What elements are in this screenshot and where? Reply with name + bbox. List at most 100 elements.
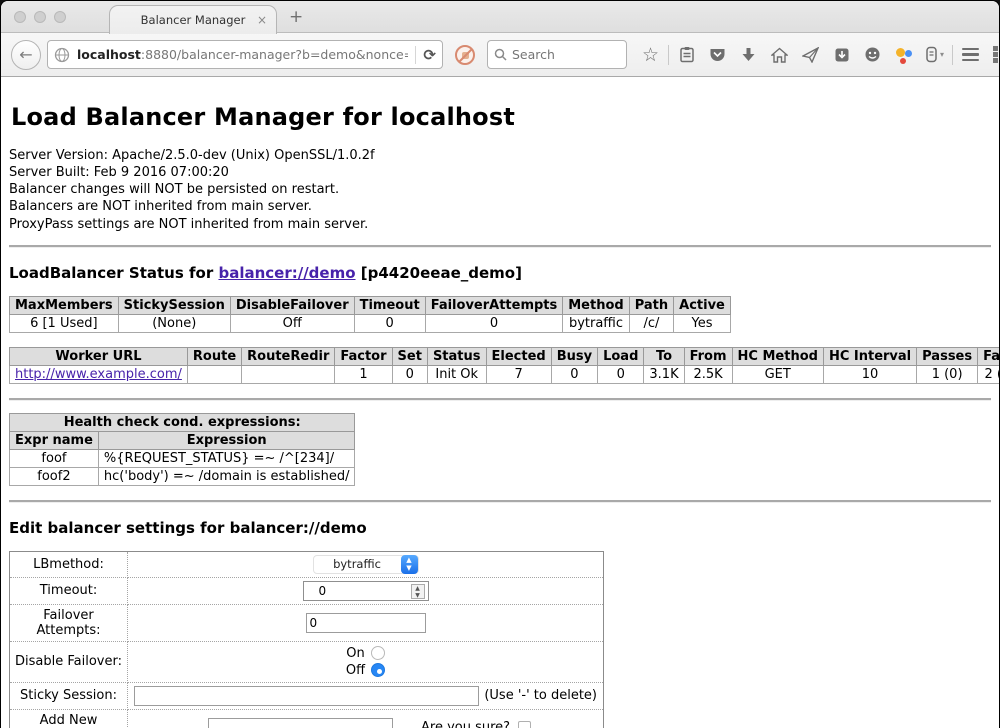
pocket-button[interactable]	[704, 41, 731, 68]
failover-attempts-row: Failover Attempts:	[10, 604, 604, 641]
bookmark-star-button[interactable]: ☆	[637, 41, 664, 68]
sticky-session-input[interactable]	[134, 686, 479, 706]
chevron-down-icon: ▾	[940, 50, 944, 59]
url-path: :8880/balancer-manager?b=demo&nonce=decc…	[141, 47, 409, 62]
divider	[9, 245, 991, 248]
navigation-toolbar: ← localhost:8880/balancer-manager?b=demo…	[1, 33, 999, 77]
paper-plane-icon	[802, 47, 819, 63]
colors-extension-button[interactable]	[890, 41, 917, 68]
back-button[interactable]: ←	[11, 40, 41, 70]
off-label: Off	[346, 663, 365, 678]
hamburger-icon	[962, 48, 979, 62]
toolbar-icons: ☆	[637, 41, 1000, 68]
timeout-row: Timeout: ▲▼	[10, 577, 604, 604]
toolbar-separator	[668, 45, 669, 65]
clipboard-icon	[679, 46, 695, 63]
balancer-status-table: MaxMembers StickySession DisableFailover…	[9, 296, 731, 333]
globe-icon	[54, 47, 70, 63]
sticky-session-hint: (Use '-' to delete)	[484, 688, 599, 703]
minimize-window-button[interactable]	[34, 11, 46, 23]
send-tab-button[interactable]	[797, 41, 824, 68]
noscript-extension-icon[interactable]	[455, 45, 475, 65]
close-window-button[interactable]	[14, 11, 26, 23]
server-built-line: Server Built: Feb 9 2016 07:00:20	[9, 164, 991, 181]
table-header-row: Worker URL Route RouteRedir Factor Set S…	[10, 347, 1000, 365]
sticky-session-label: Sticky Session:	[10, 682, 128, 709]
failover-off-radio[interactable]	[371, 663, 385, 677]
loadbalancer-status-heading: LoadBalancer Status for balancer://demo …	[9, 264, 991, 282]
colored-dots-icon	[895, 46, 913, 64]
table-row: foof2 hc('body') =~ /domain is establish…	[10, 467, 355, 485]
home-button[interactable]	[766, 41, 793, 68]
url-host: localhost	[77, 47, 141, 62]
notice-line: ProxyPass settings are NOT inherited fro…	[9, 216, 991, 233]
table-header-row: MaxMembers StickySession DisableFailover…	[10, 296, 731, 314]
worker-table: Worker URL Route RouteRedir Factor Set S…	[9, 347, 999, 384]
pocket-icon	[709, 47, 726, 63]
disable-failover-label: Disable Failover:	[10, 641, 128, 682]
lbmethod-label: LBmethod:	[10, 551, 128, 577]
timeout-input-wrap: ▲▼	[303, 581, 429, 601]
lbmethod-row: LBmethod: bytraffic ▲▼	[10, 551, 604, 577]
url-bar[interactable]: localhost:8880/balancer-manager?b=demo&n…	[47, 40, 443, 69]
tab-close-icon[interactable]: ×	[257, 13, 267, 27]
table-header-row: Expr name Expression	[10, 431, 355, 449]
downloads-button[interactable]	[735, 41, 762, 68]
notice-line: Balancers are NOT inherited from main se…	[9, 198, 991, 215]
balancer-demo-link[interactable]: balancer://demo	[218, 264, 355, 282]
server-version-line: Server Version: Apache/2.5.0-dev (Unix) …	[9, 147, 991, 164]
add-worker-input[interactable]	[208, 718, 393, 728]
back-arrow-icon: ←	[19, 45, 32, 64]
table-title-row: Health check cond. expressions:	[10, 413, 355, 431]
notice-line: Balancer changes will NOT be persisted o…	[9, 181, 991, 198]
worker-url-link[interactable]: http://www.example.com/	[15, 367, 182, 382]
divider	[9, 500, 991, 503]
search-input[interactable]	[512, 47, 612, 62]
window-controls[interactable]	[14, 11, 66, 23]
table-row: 6 [1 Used] (None) Off 0 0 bytraffic /c/ …	[10, 314, 731, 332]
container-button[interactable]: ▾	[921, 41, 948, 68]
chat-button[interactable]	[859, 41, 886, 68]
reload-icon[interactable]: ⟳	[423, 46, 436, 64]
lbmethod-select[interactable]: bytraffic ▲▼	[313, 555, 419, 574]
search-bar[interactable]	[487, 40, 627, 69]
download-arrow-icon	[741, 47, 756, 63]
edit-balancer-form: LBmethod: bytraffic ▲▼ Timeout: ▲▼	[9, 551, 604, 728]
page-title: Load Balancer Manager for localhost	[9, 77, 991, 147]
are-you-sure-label: Are you sure?	[421, 720, 510, 728]
new-tab-button[interactable]: +	[289, 7, 303, 27]
zoom-window-button[interactable]	[54, 11, 66, 23]
save-to-device-button[interactable]	[828, 41, 855, 68]
star-icon: ☆	[642, 44, 659, 66]
tab-balancer-manager[interactable]: Balancer Manager ×	[109, 5, 277, 34]
failover-on-radio[interactable]	[371, 646, 385, 660]
url-divider	[415, 46, 416, 64]
disable-failover-row: Disable Failover: On Off	[10, 641, 604, 682]
failover-attempts-input[interactable]	[306, 613, 426, 633]
browser-window: Balancer Manager × + ← localhost:8880/ba…	[0, 0, 1000, 728]
container-icon	[925, 46, 938, 63]
select-stepper-icon: ▲▼	[401, 555, 418, 574]
bookmarks-menu-button[interactable]	[673, 41, 700, 68]
failover-attempts-label: Failover Attempts:	[10, 604, 128, 641]
health-check-table: Health check cond. expressions: Expr nam…	[9, 413, 355, 486]
worker-row: http://www.example.com/ 1 0 Init Ok 7 0 …	[10, 365, 1000, 383]
tab-bar: Balancer Manager × +	[1, 1, 999, 33]
timeout-label: Timeout:	[10, 577, 128, 604]
toolbar-separator	[952, 45, 953, 65]
sticky-session-row: Sticky Session: (Use '-' to delete)	[10, 682, 604, 709]
divider	[9, 398, 991, 401]
screenshot-extension-button[interactable]	[988, 41, 1000, 68]
url-text[interactable]: localhost:8880/balancer-manager?b=demo&n…	[77, 47, 408, 62]
tab-title: Balancer Manager	[141, 13, 246, 27]
menu-button[interactable]	[957, 41, 984, 68]
are-you-sure-checkbox[interactable]	[518, 721, 531, 728]
table-row: foof %{REQUEST_STATUS} =~ /^[234]/	[10, 449, 355, 467]
server-info: Server Version: Apache/2.5.0-dev (Unix) …	[9, 147, 991, 233]
number-spinner-icon[interactable]: ▲▼	[411, 584, 425, 599]
on-label: On	[346, 646, 364, 661]
add-worker-label: Add New Worker:	[10, 709, 128, 728]
save-box-icon	[834, 47, 850, 63]
timeout-input[interactable]	[316, 582, 416, 600]
page-content: Load Balancer Manager for localhost Serv…	[1, 77, 999, 728]
